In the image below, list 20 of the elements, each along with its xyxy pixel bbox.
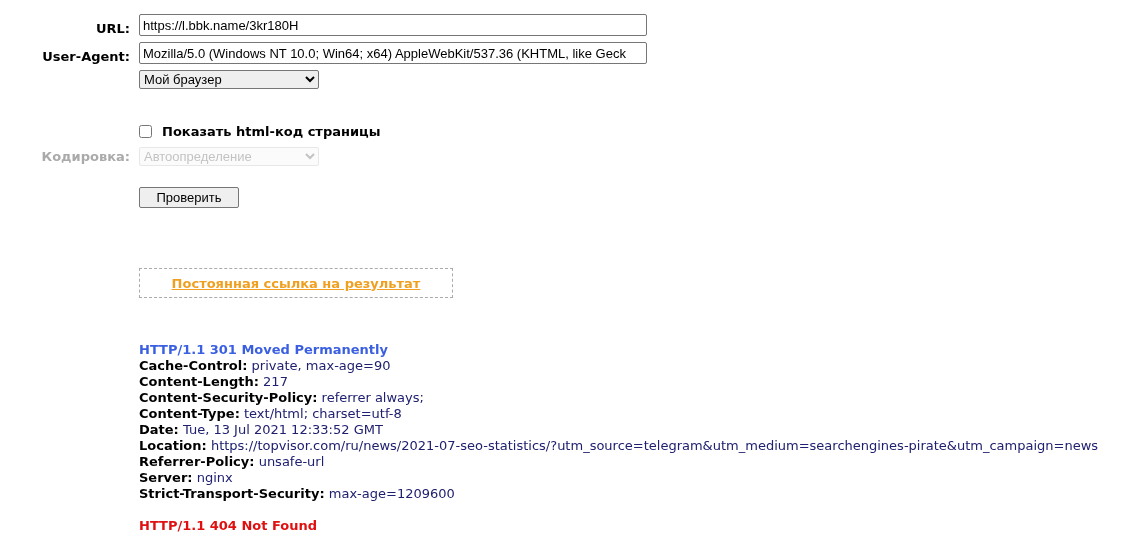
encoding-label: Кодировка: xyxy=(41,149,130,164)
header-line: Location: https://topvisor.com/ru/news/2021-07-seo-statistics/?utm_source=telegram&utm_medium=searchengines-pirate&utm_campaign=news xyxy=(139,438,1100,454)
url-label: URL: xyxy=(95,20,130,36)
header-line: Content-Length: 217 xyxy=(139,374,289,390)
header-line: Content-Security-Policy: referrer always; xyxy=(139,390,425,406)
header-line: Date: Tue, 13 Jul 2021 12:33:52 GMT xyxy=(139,422,384,438)
header-line: Server: nginx xyxy=(139,470,234,486)
header-line: Cache-Control: private, max-age=90 xyxy=(139,358,392,374)
check-button[interactable]: Проверить xyxy=(139,187,239,208)
user-agent-input[interactable]: Mozilla/5.0 (Windows NT 10.0; Win64; x64) AppleWebKit/537.36 (KHTML, like Geck xyxy=(139,42,647,64)
header-line: Referrer-Policy: unsafe-url xyxy=(139,454,326,470)
header-line: Strict-Transport-Security: max-age=1209600 xyxy=(139,486,456,502)
browser-select[interactable]: Мой браузер xyxy=(139,70,319,89)
url-input[interactable]: https://l.bbk.name/3kr180H xyxy=(139,14,647,36)
show-html-checkbox[interactable] xyxy=(139,125,152,138)
status-line: HTTP/1.1 404 Not Found xyxy=(139,518,319,534)
show-html-label: Показать html-код страницы xyxy=(162,124,381,139)
status-line: HTTP/1.1 301 Moved Permanently xyxy=(139,342,389,358)
header-line: Content-Type: text/html; charset=utf-8 xyxy=(139,406,403,422)
user-agent-label: User-Agent: xyxy=(42,48,130,64)
